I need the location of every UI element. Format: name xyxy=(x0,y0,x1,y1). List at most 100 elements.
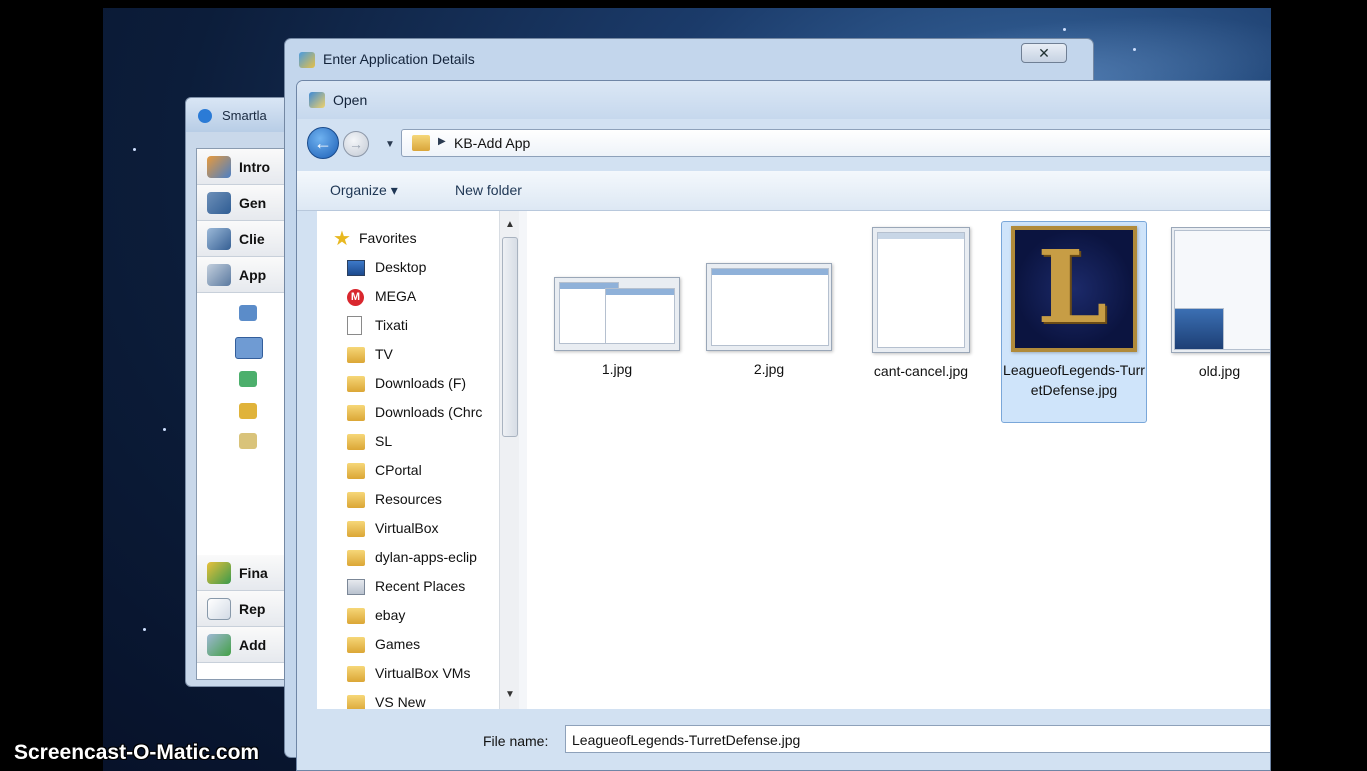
command-bar: Organize ▾ New folder xyxy=(297,171,1270,211)
smartlaunch-title: Smartla xyxy=(222,108,267,123)
file-name-value: LeagueofLegends-TurretDefense.jpg xyxy=(572,732,801,748)
folder-icon xyxy=(347,405,365,421)
open-dialog-icon xyxy=(309,92,325,108)
back-button[interactable]: ← xyxy=(307,127,339,159)
open-titlebar: Open xyxy=(297,81,1270,119)
nav-clients-label: Clie xyxy=(239,231,265,247)
nav-downloads-f[interactable]: Downloads (F) xyxy=(317,370,497,398)
folder-icon xyxy=(347,550,365,566)
nav-recent-places[interactable]: Recent Places xyxy=(317,573,497,601)
nav-resources[interactable]: Resources xyxy=(317,486,497,514)
recent-locations-dropdown-icon[interactable]: ▼ xyxy=(385,139,395,150)
folder-icon xyxy=(347,492,365,508)
file-item-selected[interactable]: L LeagueofLegends-TurretDefense.jpg xyxy=(1001,221,1147,423)
file-name-label: File name: xyxy=(483,733,549,749)
file-name: 1.jpg xyxy=(601,361,633,377)
app-subitem-icon[interactable] xyxy=(239,403,257,419)
details-app-icon xyxy=(299,52,315,68)
file-list: 1.jpg 2.jpg cant-cancel.jpg L LeagueofLe… xyxy=(527,211,1270,709)
nav-dylan-apps-eclipse-label: dylan-apps-eclip xyxy=(375,549,477,565)
nav-pane-scrollbar[interactable]: ▲ ▼ xyxy=(499,211,519,709)
app-subitem-icon[interactable] xyxy=(239,371,257,387)
mega-icon: M xyxy=(347,289,364,306)
details-close-button[interactable]: ✕ xyxy=(1021,43,1067,63)
document-icon xyxy=(347,316,362,335)
nav-downloads-chrome[interactable]: Downloads (Chrc xyxy=(317,399,497,427)
file-thumbnail xyxy=(872,227,970,353)
breadcrumb-path[interactable]: KB-Add App xyxy=(454,135,530,151)
breadcrumb-arrow-icon[interactable]: ▶ xyxy=(438,136,446,147)
app-subitem-icon[interactable] xyxy=(239,433,257,449)
forward-button[interactable]: → xyxy=(343,131,369,157)
computers-icon xyxy=(207,228,231,250)
add-app-icon xyxy=(207,634,231,656)
nav-desktop-label: Desktop xyxy=(375,259,427,275)
nav-recent-places-label: Recent Places xyxy=(375,578,466,594)
folder-icon xyxy=(347,666,365,682)
open-file-dialog: Open ← → ▼ ▶ KB-Add App Organize ▾ New f… xyxy=(296,80,1271,771)
open-title: Open xyxy=(333,92,368,108)
folder-icon xyxy=(412,135,430,151)
league-logo-icon: L xyxy=(1037,228,1108,346)
navigation-pane: ★ Favorites Desktop M MEGA Tixati TV Dow… xyxy=(317,211,523,711)
recent-places-icon xyxy=(347,579,365,595)
details-titlebar: Enter Application Details ✕ xyxy=(285,39,1093,79)
nav-finance-label: Fina xyxy=(239,565,268,581)
nav-desktop[interactable]: Desktop xyxy=(317,254,497,282)
nav-tixati[interactable]: Tixati xyxy=(317,312,497,340)
nav-downloads-f-label: Downloads (F) xyxy=(375,375,467,391)
scroll-thumb[interactable] xyxy=(502,237,518,437)
nav-favorites[interactable]: ★ Favorites xyxy=(317,225,497,253)
database-icon xyxy=(207,192,231,214)
folder-icon xyxy=(347,637,365,653)
nav-add-label: Add xyxy=(239,637,267,653)
nav-ebay[interactable]: ebay xyxy=(317,602,497,630)
nav-intro-label: Intro xyxy=(239,159,271,175)
organize-button[interactable]: Organize ▾ xyxy=(330,182,398,199)
nav-dylan-apps-eclipse[interactable]: dylan-apps-eclip xyxy=(317,544,497,572)
nav-virtualbox-label: VirtualBox xyxy=(375,520,439,536)
nav-tv[interactable]: TV xyxy=(317,341,497,369)
nav-cportal-label: CPortal xyxy=(375,462,422,478)
details-title: Enter Application Details xyxy=(323,51,475,67)
file-name: cant-cancel.jpg xyxy=(873,363,969,379)
nav-games[interactable]: Games xyxy=(317,631,497,659)
address-field[interactable]: ▶ KB-Add App xyxy=(401,129,1270,157)
app-subitem-icon[interactable] xyxy=(239,305,257,321)
file-thumbnail: L xyxy=(1011,226,1137,352)
applications-icon xyxy=(207,264,231,286)
nav-virtualbox-vms-label: VirtualBox VMs xyxy=(375,665,471,681)
star-icon: ★ xyxy=(333,228,351,250)
nav-vs-new-label: VS New xyxy=(375,694,426,710)
nav-cportal[interactable]: CPortal xyxy=(317,457,497,485)
scroll-down-icon[interactable]: ▼ xyxy=(505,689,515,700)
nav-tv-label: TV xyxy=(375,346,393,362)
app-subitem-selected-icon[interactable] xyxy=(235,337,263,359)
pane-divider[interactable] xyxy=(519,211,527,709)
nav-virtualbox[interactable]: VirtualBox xyxy=(317,515,497,543)
nav-tixati-label: Tixati xyxy=(375,317,408,333)
nav-sl[interactable]: SL xyxy=(317,428,497,456)
file-item[interactable]: 2.jpg xyxy=(699,263,839,379)
file-thumbnail xyxy=(554,277,680,351)
nav-mega[interactable]: M MEGA xyxy=(317,283,497,311)
watermark: Screencast-O-Matic.com xyxy=(14,741,260,764)
file-item[interactable]: old.jpg xyxy=(1167,227,1270,381)
file-item[interactable]: cant-cancel.jpg xyxy=(851,227,991,381)
folder-icon xyxy=(347,376,365,392)
folder-icon xyxy=(347,463,365,479)
file-name: 2.jpg xyxy=(753,361,785,377)
file-item[interactable]: 1.jpg xyxy=(547,277,687,379)
money-icon xyxy=(207,562,231,584)
new-folder-button[interactable]: New folder xyxy=(455,182,522,198)
chart-icon xyxy=(207,598,231,620)
nav-downloads-chrome-label: Downloads (Chrc xyxy=(375,404,483,420)
nav-favorites-label: Favorites xyxy=(359,230,417,246)
nav-virtualbox-vms[interactable]: VirtualBox VMs xyxy=(317,660,497,688)
nav-sl-label: SL xyxy=(375,433,393,449)
file-name-input[interactable]: LeagueofLegends-TurretDefense.jpg xyxy=(565,725,1270,753)
desktop-icon xyxy=(347,260,365,276)
scroll-up-icon[interactable]: ▲ xyxy=(505,219,515,230)
nav-applications-label: App xyxy=(239,267,267,283)
file-name: old.jpg xyxy=(1198,363,1241,379)
